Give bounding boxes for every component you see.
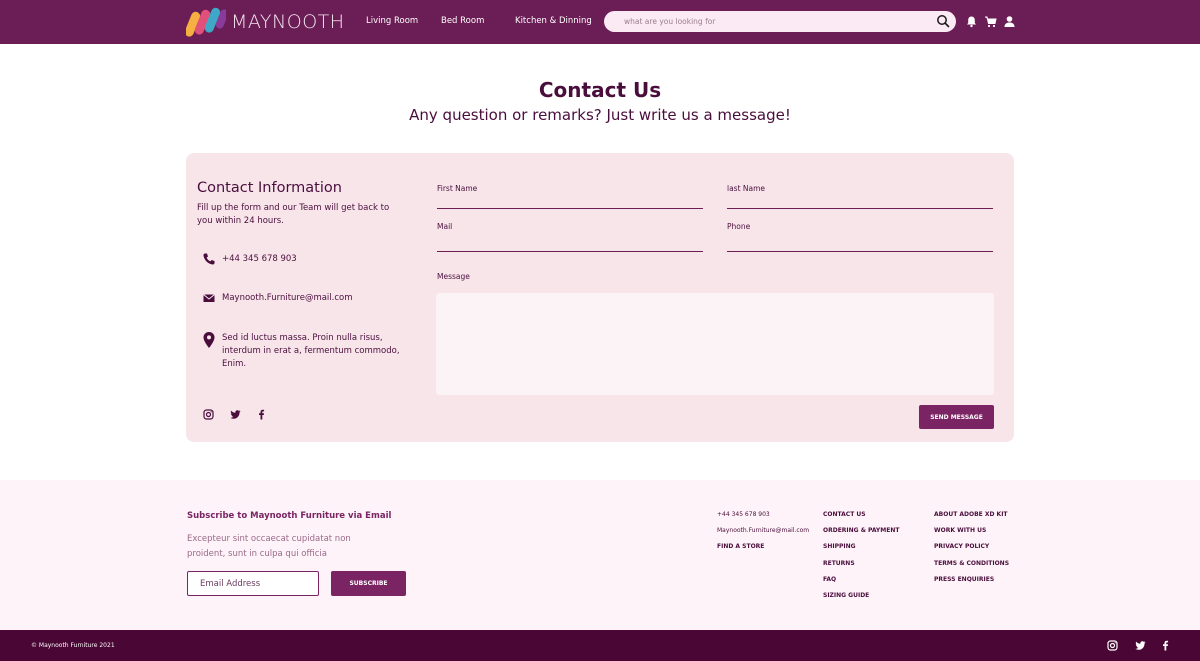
bell-icon[interactable] <box>965 15 978 28</box>
logo-icon[interactable] <box>186 7 226 37</box>
first-name-underline <box>437 208 703 209</box>
footer-link-privacy-policy[interactable]: PRIVACY POLICY <box>934 543 989 550</box>
send-message-button[interactable]: SEND MESSAGE <box>919 405 994 429</box>
brand-name[interactable]: MAYNOOTH <box>231 11 345 33</box>
mail-underline <box>437 251 703 252</box>
mail-field[interactable] <box>437 233 703 249</box>
contact-email[interactable]: Maynooth.Furniture@mail.com <box>222 292 353 305</box>
footer-link-find-a-store[interactable]: FIND A STORE <box>717 543 764 550</box>
footer-link-ordering-payment[interactable]: ORDERING & PAYMENT <box>823 527 899 534</box>
contact-info-title: Contact Information <box>197 180 342 196</box>
search-input[interactable] <box>624 14 924 29</box>
message-label: Message <box>437 272 470 281</box>
footer-link-shipping[interactable]: SHIPPING <box>823 543 856 550</box>
last-name-underline <box>727 208 993 209</box>
last-name-field[interactable] <box>727 191 993 207</box>
mail-icon <box>203 294 215 302</box>
subscribe-email-input[interactable] <box>187 571 319 596</box>
facebook-icon[interactable] <box>1160 640 1171 651</box>
footer-link-sizing-guide[interactable]: SIZING GUIDE <box>823 592 869 599</box>
nav-kitchen-dinning[interactable]: Kitchen & Dinning <box>515 16 592 26</box>
facebook-icon[interactable] <box>256 409 267 420</box>
phone-underline <box>727 251 993 252</box>
footer: Subscribe to Maynooth Furniture via Emai… <box>0 480 1200 630</box>
footer-email[interactable]: Maynooth.Furniture@mail.com <box>717 527 809 534</box>
message-field[interactable] <box>436 293 994 395</box>
instagram-icon[interactable] <box>1107 640 1118 651</box>
phone-label: Phone <box>727 222 751 231</box>
search-icon[interactable] <box>936 14 950 28</box>
footer-link-faq[interactable]: FAQ <box>823 576 836 583</box>
twitter-icon[interactable] <box>1135 640 1146 651</box>
first-name-field[interactable] <box>437 191 703 207</box>
footer-link-contact-us[interactable]: CONTACT US <box>823 511 866 518</box>
page-subtitle: Any question or remarks? Just write us a… <box>409 106 791 124</box>
nav-bed-room[interactable]: Bed Room <box>441 16 484 26</box>
phone-icon <box>203 253 215 265</box>
user-icon[interactable] <box>1003 15 1016 28</box>
footer-link-terms-conditions[interactable]: TERMS & CONDITIONS <box>934 560 1009 567</box>
subscribe-button[interactable]: SUBSCRIBE <box>331 571 406 596</box>
bottom-bar: © Maynooth Furniture 2021 <box>0 630 1200 661</box>
search-bar <box>604 11 956 32</box>
nav-living-room[interactable]: Living Room <box>366 16 418 26</box>
twitter-icon[interactable] <box>230 409 241 420</box>
footer-link-about-adobe-xd-kit[interactable]: ABOUT ADOBE XD KIT <box>934 511 1008 518</box>
footer-link-returns[interactable]: RETURNS <box>823 560 855 567</box>
footer-link-press-enquiries[interactable]: PRESS ENQUIRIES <box>934 576 994 583</box>
cart-icon[interactable] <box>984 15 997 28</box>
mail-label: Mail <box>437 222 453 231</box>
page-title: Contact Us <box>538 78 662 102</box>
subscribe-title: Subscribe to Maynooth Furniture via Emai… <box>187 511 392 521</box>
top-nav-bar: MAYNOOTH Living Room Bed Room Kitchen & … <box>0 0 1200 44</box>
contact-address: Sed id luctus massa. Proin nulla risus, … <box>222 333 400 369</box>
phone-field[interactable] <box>727 233 993 249</box>
location-pin-icon <box>203 332 215 348</box>
footer-phone[interactable]: +44 345 678 903 <box>717 511 770 518</box>
copyright-text: © Maynooth Furniture 2021 <box>31 642 115 649</box>
footer-link-work-with-us[interactable]: WORK WITH US <box>934 527 986 534</box>
instagram-icon[interactable] <box>203 409 214 420</box>
contact-phone[interactable]: +44 345 678 903 <box>222 253 297 266</box>
subscribe-description: Excepteur sint occaecat cupidatat non pr… <box>187 534 351 559</box>
contact-card: Contact Information Fill up the form and… <box>186 153 1014 442</box>
contact-info-description: Fill up the form and our Team will get b… <box>197 203 390 226</box>
